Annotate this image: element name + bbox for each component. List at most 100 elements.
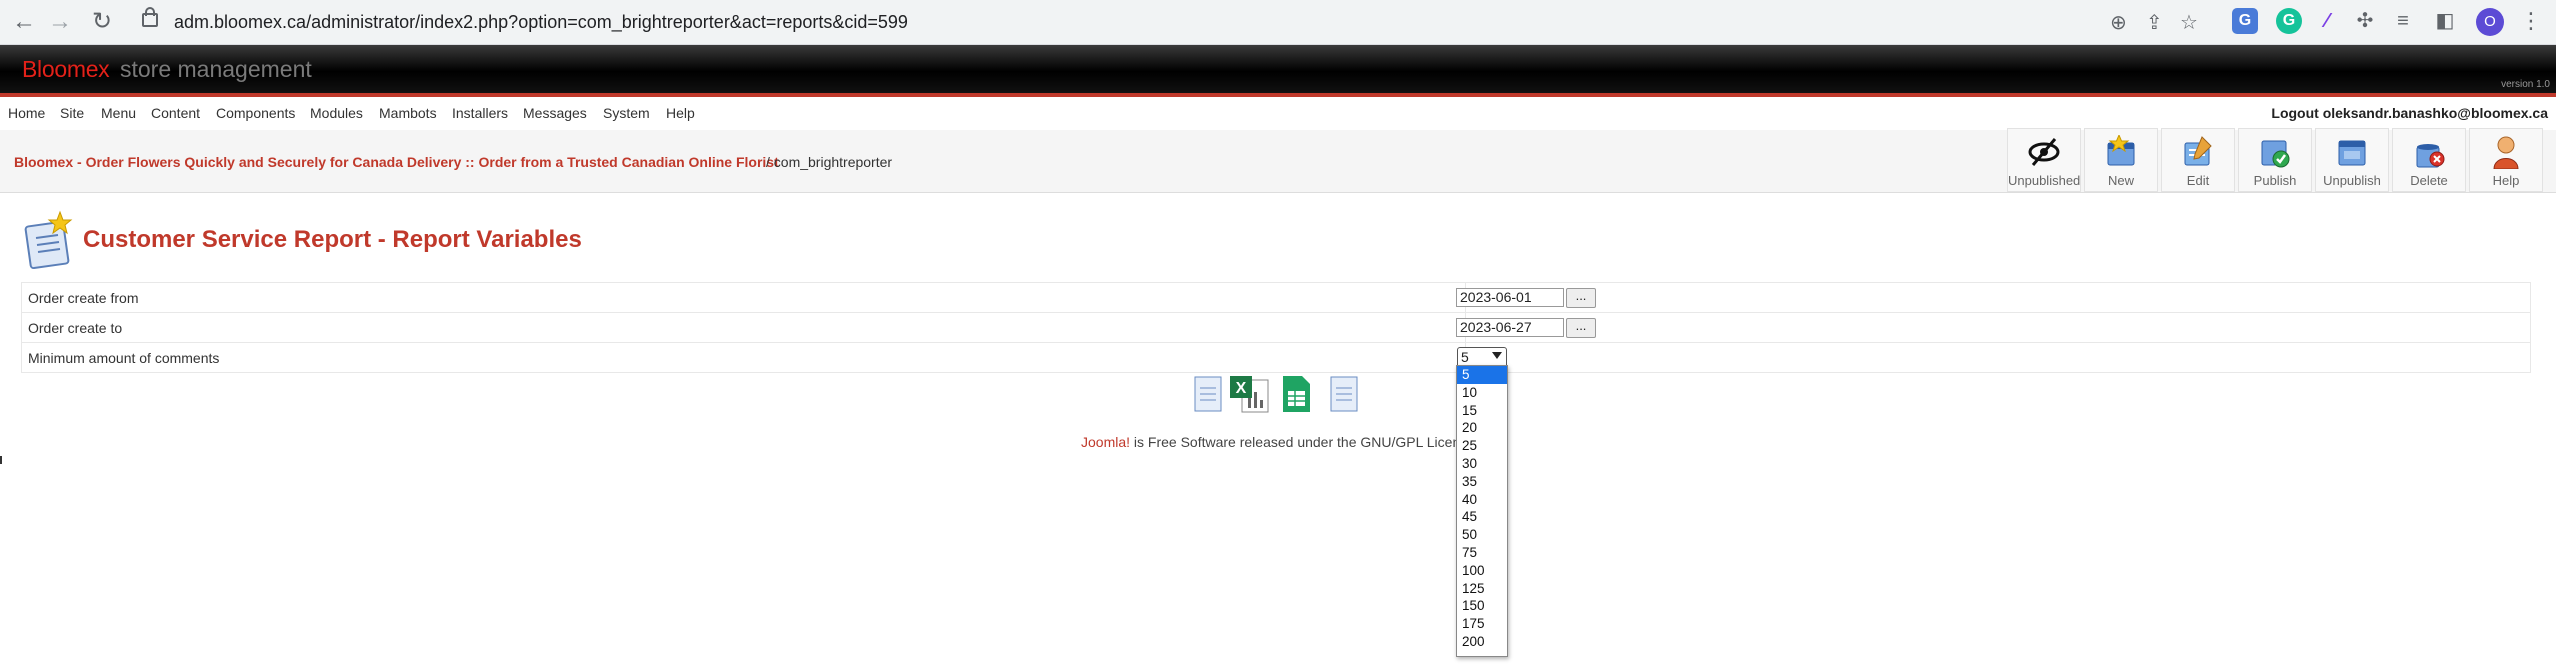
menu-components[interactable]: Components <box>216 105 295 121</box>
dropdown-option[interactable]: 75 <box>1457 544 1507 562</box>
dropdown-option[interactable]: 25 <box>1457 437 1507 455</box>
back-arrow-icon[interactable]: ← <box>8 6 40 38</box>
eye-slash-icon <box>2028 138 2060 166</box>
bookmark-star-icon[interactable]: ☆ <box>2180 10 2198 35</box>
dropdown-option[interactable]: 125 <box>1457 580 1507 598</box>
publish-button[interactable]: Publish <box>2238 128 2312 192</box>
pen-extension-icon[interactable]: ⁄ <box>2314 8 2340 34</box>
zoom-icon[interactable]: ⊕ <box>2110 10 2127 35</box>
dropdown-option[interactable]: 50 <box>1457 526 1507 544</box>
joomla-link[interactable]: Joomla! <box>1081 434 1130 450</box>
pathway-component: / com_brightreporter <box>766 154 893 170</box>
min-comments-selected: 5 <box>1461 349 1469 365</box>
menu-home[interactable]: Home <box>8 105 45 121</box>
report-variables-table: Order create from Order create to Minimu… <box>21 282 2531 373</box>
unpublished-button[interactable]: Unpublished <box>2007 128 2081 192</box>
dropdown-option[interactable]: 5 <box>1457 366 1507 384</box>
menu-system[interactable]: System <box>603 105 650 121</box>
date-from-input[interactable]: 2023-06-01 <box>1456 288 1564 307</box>
table-row: Order create from <box>21 282 2531 313</box>
row-label: Minimum amount of comments <box>21 342 1466 373</box>
menu-modules[interactable]: Modules <box>310 105 363 121</box>
delete-button[interactable]: Delete <box>2392 128 2466 192</box>
menu-menu[interactable]: Menu <box>101 105 136 121</box>
forward-arrow-icon[interactable]: → <box>44 6 76 38</box>
menu-messages[interactable]: Messages <box>523 105 587 121</box>
edit-button[interactable]: Edit <box>2161 128 2235 192</box>
dropdown-option[interactable]: 30 <box>1457 455 1507 473</box>
url-text[interactable]: adm.bloomex.ca/administrator/index2.php?… <box>174 12 908 33</box>
row-label: Order create from <box>21 282 1466 313</box>
date-to-calendar-button[interactable]: ... <box>1566 318 1596 338</box>
grammarly-extension-icon[interactable]: G <box>2276 8 2302 34</box>
date-from-calendar-button[interactable]: ... <box>1566 288 1596 308</box>
delete-icon <box>2416 144 2445 168</box>
dropdown-option[interactable]: 175 <box>1457 615 1507 633</box>
side-panel-icon[interactable]: ◧ <box>2432 8 2458 34</box>
help-person-icon <box>2493 136 2519 169</box>
dropdown-option[interactable]: 45 <box>1457 508 1507 526</box>
publish-icon <box>2261 140 2290 168</box>
header-banner <box>0 45 2556 93</box>
dropdown-option[interactable]: 40 <box>1457 491 1507 509</box>
report-document-icon <box>24 210 73 270</box>
menu-mambots[interactable]: Mambots <box>379 105 437 121</box>
delete-label: Delete <box>2410 173 2448 188</box>
google-sheets-export-icon[interactable] <box>1280 374 1312 414</box>
main-menu: Home Site Menu Content Components Module… <box>0 97 2556 131</box>
footer-text: Joomla! is Free Software released under … <box>1081 434 1479 450</box>
address-bar[interactable]: adm.bloomex.ca/administrator/index2.php?… <box>130 5 2210 39</box>
publish-label: Publish <box>2253 173 2297 188</box>
table-row: Minimum amount of comments <box>21 342 2531 373</box>
edit-label: Edit <box>2186 173 2210 188</box>
reading-list-icon[interactable]: ≡ <box>2390 8 2416 34</box>
brand-subtitle: store management <box>120 56 312 82</box>
logout-link[interactable]: Logout oleksandr.banashko@bloomex.ca <box>2271 105 2548 121</box>
menu-installers[interactable]: Installers <box>452 105 508 121</box>
more-menu-icon[interactable]: ⋮ <box>2520 8 2542 34</box>
dropdown-option[interactable]: 20 <box>1457 419 1507 437</box>
reload-icon[interactable]: ↻ <box>86 6 118 38</box>
extensions-puzzle-icon[interactable]: ✣ <box>2352 8 2378 34</box>
chevron-down-icon <box>1492 352 1502 359</box>
translate-extension-icon[interactable]: G <box>2232 8 2258 34</box>
site-pathway-link[interactable]: Bloomex - Order Flowers Quickly and Secu… <box>14 154 779 170</box>
row-label: Order create to <box>21 312 1466 343</box>
unpublish-label: Unpublish <box>2323 173 2381 188</box>
unpublished-label: Unpublished <box>2008 173 2081 188</box>
table-row: Order create to <box>21 312 2531 343</box>
dropdown-option[interactable]: 10 <box>1457 384 1507 402</box>
page-edge-mark <box>0 456 2 464</box>
excel-export-icon[interactable]: X <box>1228 374 1272 414</box>
edit-pencil-icon <box>2184 136 2212 166</box>
dropdown-option[interactable]: 100 <box>1457 562 1507 580</box>
share-icon[interactable]: ⇪ <box>2146 10 2163 35</box>
help-label: Help <box>2492 173 2520 188</box>
row-value-cell <box>1465 312 2531 343</box>
lock-icon <box>142 7 158 27</box>
dropdown-option[interactable]: 35 <box>1457 473 1507 491</box>
brand-name: Bloomex <box>22 56 110 82</box>
row-value-cell <box>1465 282 2531 313</box>
svg-text:X: X <box>1236 380 1247 397</box>
menu-content[interactable]: Content <box>151 105 200 121</box>
date-to-input[interactable]: 2023-06-27 <box>1456 318 1564 337</box>
report-view-icon[interactable] <box>1192 374 1224 414</box>
version-label: version 1.0 <box>2501 79 2550 90</box>
help-button[interactable]: Help <box>2469 128 2543 192</box>
dropdown-option[interactable]: 200 <box>1457 633 1507 651</box>
unpublish-icon <box>2338 140 2366 166</box>
row-value-cell <box>1465 342 2531 373</box>
dropdown-option[interactable]: 15 <box>1457 402 1507 420</box>
new-button[interactable]: New <box>2084 128 2158 192</box>
profile-avatar[interactable]: O <box>2476 8 2504 36</box>
text-export-icon[interactable] <box>1328 374 1360 414</box>
browser-toolbar: ← → ↻ adm.bloomex.ca/administrator/index… <box>0 0 2556 45</box>
new-item-icon <box>2107 135 2135 166</box>
unpublish-button[interactable]: Unpublish <box>2315 128 2389 192</box>
menu-site[interactable]: Site <box>60 105 84 121</box>
menu-help[interactable]: Help <box>666 105 695 121</box>
page-title: Customer Service Report - Report Variabl… <box>83 226 582 253</box>
dropdown-option[interactable]: 150 <box>1457 597 1507 615</box>
min-comments-dropdown-list[interactable]: 5 10 15 20 25 30 35 40 45 50 75 100 125 … <box>1456 365 1508 657</box>
